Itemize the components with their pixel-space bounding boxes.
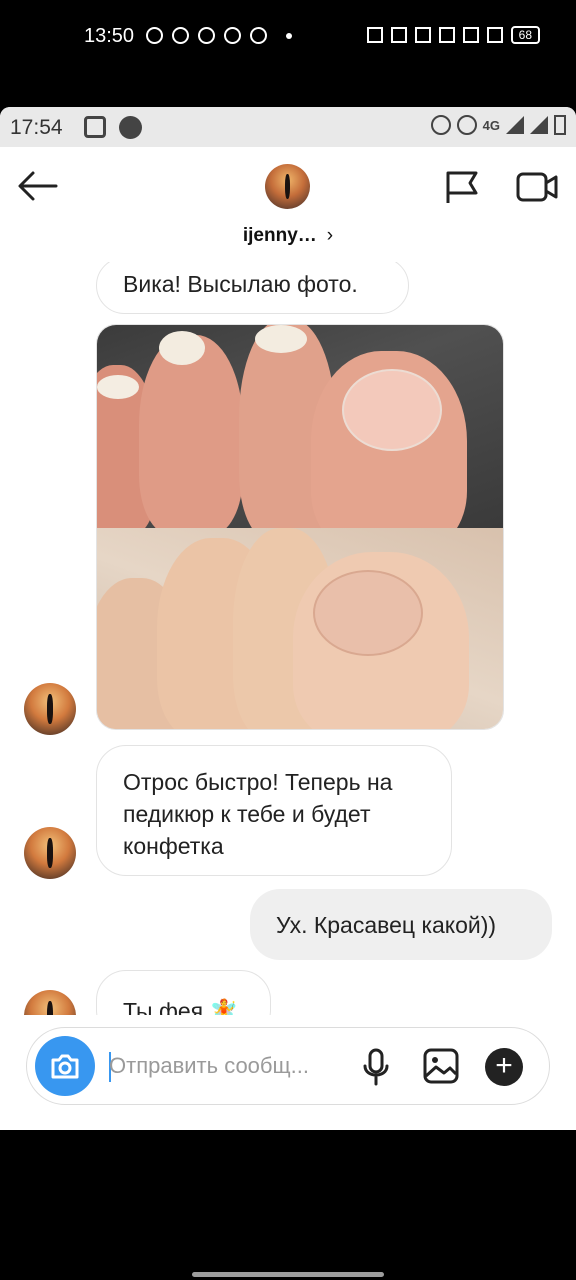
back-arrow-icon[interactable] (16, 169, 62, 203)
camera-icon (51, 1054, 79, 1079)
app-icon (250, 27, 267, 44)
contact-avatar[interactable] (265, 164, 310, 209)
notification-dot-icon (119, 116, 142, 139)
message-composer: + (26, 1027, 550, 1105)
signal-icon (486, 27, 503, 43)
composer-area: + (0, 1015, 576, 1130)
message-input[interactable] (109, 1046, 349, 1086)
message-bubble-incoming[interactable]: Отрос быстро! Теперь на педикюр к тебе и… (96, 745, 452, 876)
wifi-icon (438, 27, 455, 43)
gallery-icon[interactable] (423, 1048, 459, 1084)
message-text: Вика! Высылаю фото. (123, 271, 358, 297)
chat-header: ijenny… › (0, 147, 576, 263)
sender-avatar[interactable] (24, 827, 76, 879)
signal-icon (530, 116, 548, 134)
more-notifications-dot (286, 32, 292, 39)
status-bar: 17:54 4G (0, 107, 576, 147)
system-icons: 4G (430, 115, 566, 135)
message-photo[interactable] (96, 324, 504, 730)
notification-icon (84, 116, 106, 138)
system-nav-bar (0, 1130, 576, 1280)
message-bubble-incoming[interactable]: Ты фея 🧚 (96, 970, 271, 1015)
data-saver-icon (456, 115, 477, 135)
telegram-icon (172, 27, 189, 44)
signal-icon (462, 27, 479, 43)
chevron-right-icon: › (326, 225, 334, 246)
camera-button[interactable] (35, 1036, 95, 1096)
photo-bottom-half (97, 528, 503, 729)
instagram-dm-screen: 17:54 4G ijenny… › Вика! Высылаю фото. О… (0, 107, 576, 1130)
message-bubble-incoming[interactable]: Вика! Высылаю фото. (96, 262, 409, 314)
photo-top-half (97, 325, 503, 551)
flag-icon[interactable] (444, 169, 480, 205)
alarm-icon (430, 115, 451, 135)
message-bubble-outgoing[interactable]: Ух. Красавец какой)) (250, 889, 552, 960)
plus-icon: + (495, 1049, 513, 1082)
outer-status-time: 13:50 (84, 25, 135, 47)
sender-avatar[interactable] (24, 990, 76, 1015)
pinterest-icon (224, 27, 241, 44)
vibrate-icon (390, 27, 407, 43)
instagram-icon (198, 27, 215, 44)
nfc-icon (366, 27, 383, 43)
outer-notification-icons (146, 27, 292, 44)
battery-level: 68 (510, 26, 540, 44)
battery-icon (554, 115, 566, 135)
whatsapp-icon (146, 27, 163, 44)
sender-avatar[interactable] (24, 683, 76, 735)
status-time: 17:54 (10, 116, 63, 139)
message-text: Ух. Красавец какой)) (276, 912, 497, 938)
message-thread[interactable]: Вика! Высылаю фото. Отрос быстро! Теперь… (0, 262, 576, 1015)
video-call-icon[interactable] (516, 169, 558, 205)
contact-username[interactable]: ijenny… › (0, 225, 576, 247)
microphone-icon[interactable] (361, 1048, 391, 1086)
message-text: Ты фея 🧚 (123, 998, 239, 1015)
outer-system-icons: 68 (366, 26, 540, 44)
signal-icon (506, 116, 524, 134)
home-indicator[interactable] (192, 1272, 384, 1277)
bluetooth-icon (414, 27, 431, 43)
add-button[interactable]: + (485, 1048, 523, 1086)
message-text: Отрос быстро! Теперь на педикюр к тебе и… (123, 769, 393, 859)
network-type: 4G (482, 117, 500, 133)
outer-status-bar: 13:50 68 (0, 0, 576, 80)
username-text: ijenny… (242, 225, 317, 246)
